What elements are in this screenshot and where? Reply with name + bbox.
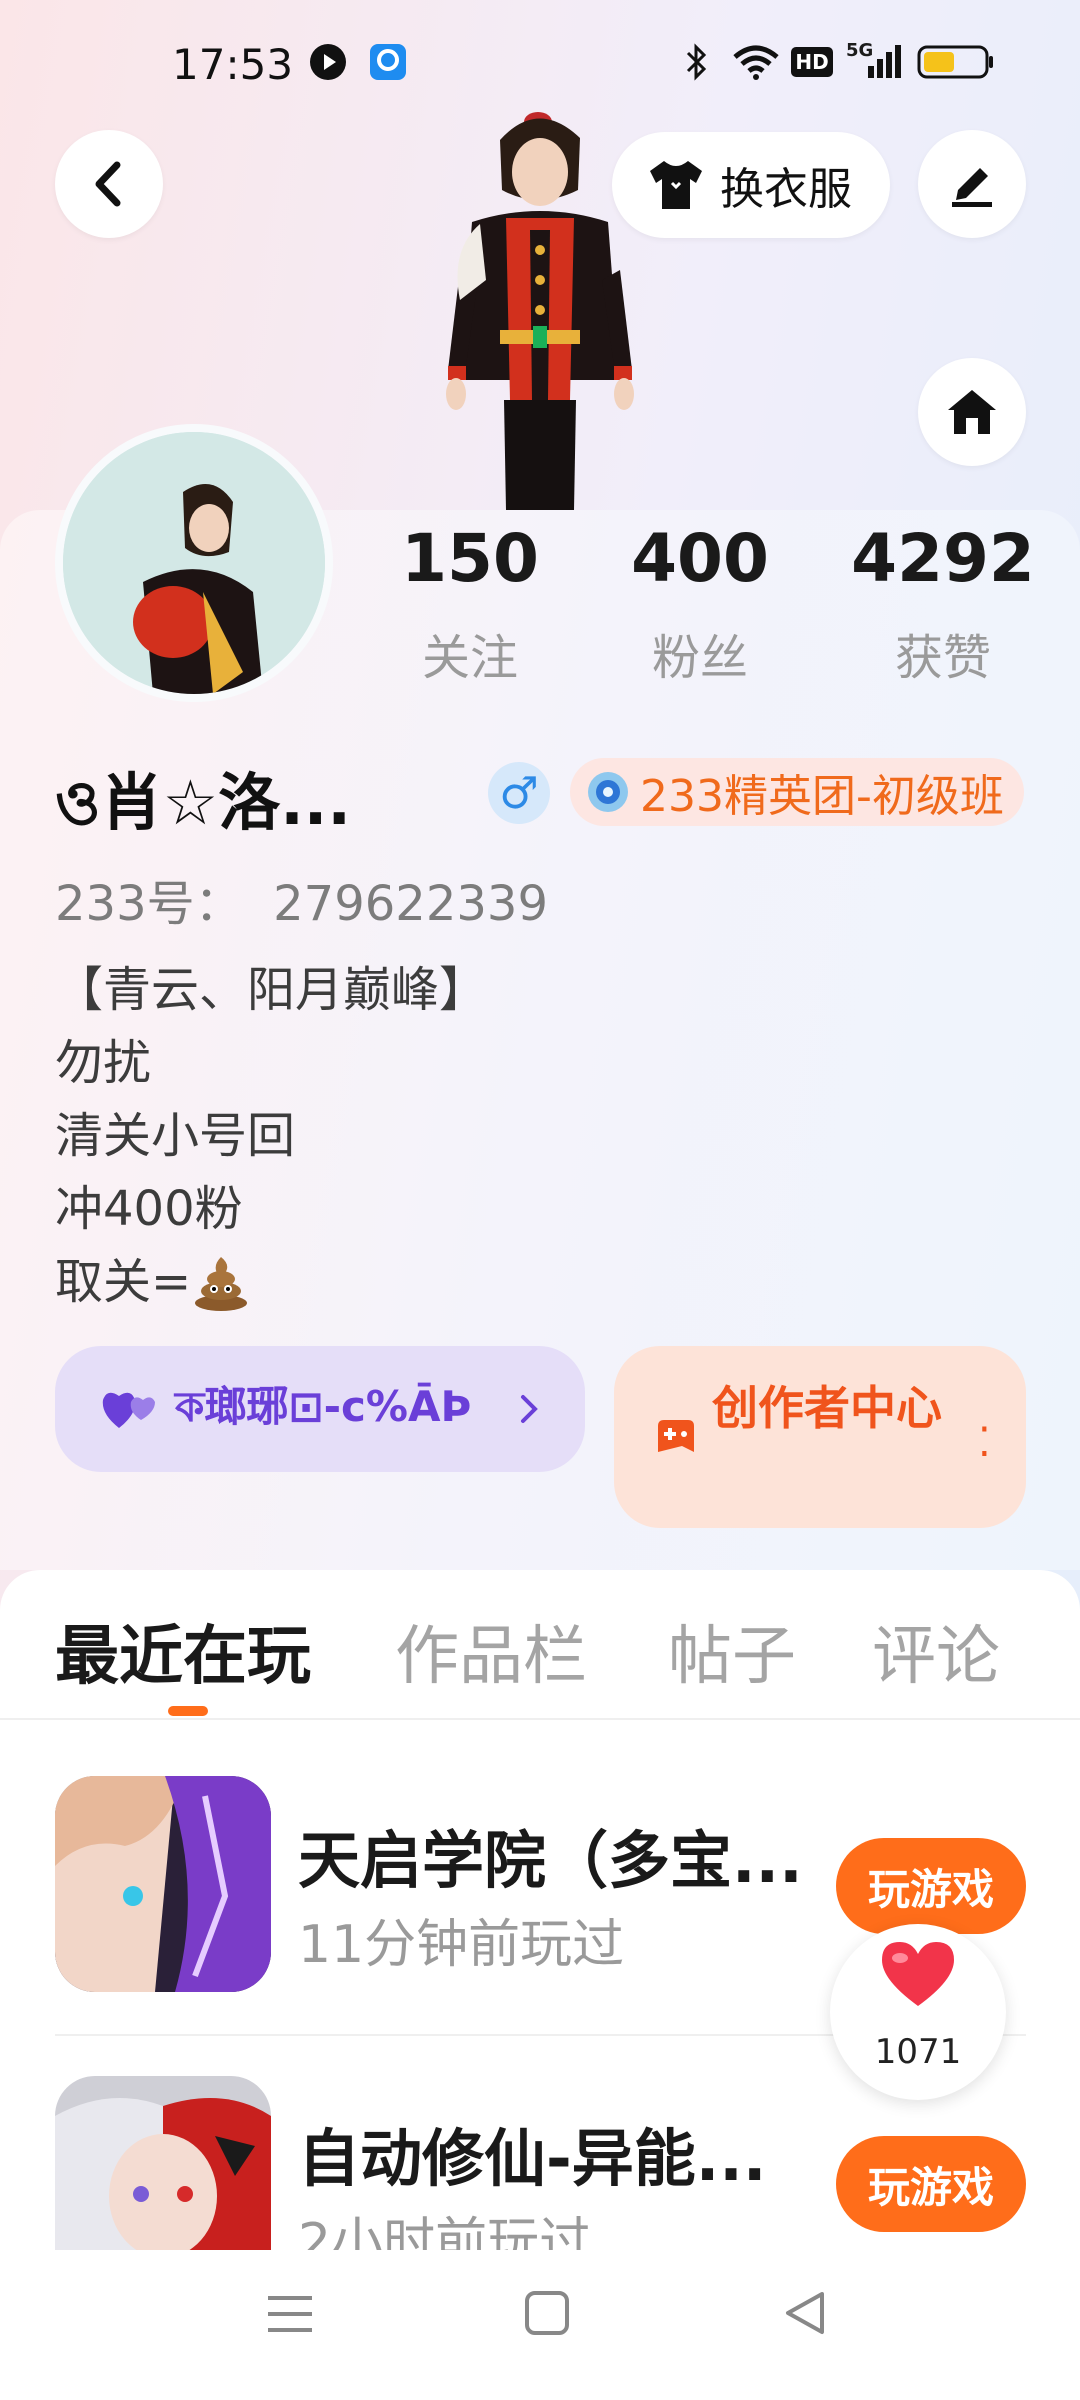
bio-line: 取关=	[55, 1254, 192, 1310]
group-badge[interactable]: 233精英团-初级班	[570, 758, 1024, 826]
group-badge-label: 233精英团-初级班	[640, 771, 1004, 822]
bio-line: 冲400粉	[55, 1181, 243, 1237]
battery-icon	[916, 42, 996, 82]
wifi-icon	[728, 42, 784, 82]
menu-icon[interactable]	[266, 2292, 314, 2336]
game-icon[interactable]	[55, 2076, 271, 2250]
followers-count[interactable]: 400	[600, 520, 800, 597]
edit-pen-icon	[952, 168, 992, 207]
back-button[interactable]	[55, 130, 163, 238]
store-app-icon	[366, 42, 410, 82]
bio-line-last: 取关=	[55, 1246, 487, 1319]
tab-posts[interactable]: 帖子	[668, 1605, 796, 1697]
edit-profile-button[interactable]	[918, 130, 1026, 238]
followers-label[interactable]: 粉丝	[600, 618, 800, 688]
tab-recently-played[interactable]: 最近在玩	[55, 1605, 311, 1697]
username: ও肖☆洛...	[55, 766, 351, 839]
poop-emoji-icon	[195, 1256, 248, 1311]
fan-group-label: ক瑯琊⊡-c%ĀÞ	[175, 1382, 472, 1431]
chevron-right-icon	[521, 1395, 538, 1423]
floating-like-button[interactable]: 1071	[830, 1924, 1006, 2100]
tab-active-indicator	[168, 1706, 208, 1716]
user-id: 233号： 279622339	[55, 876, 548, 932]
game-title[interactable]: 自动修仙-异能...	[298, 2108, 766, 2198]
game-played-time: 11分钟前玩过	[298, 1915, 625, 1975]
gender-badge: ♂	[488, 762, 550, 824]
home-button[interactable]	[918, 358, 1026, 466]
following-label[interactable]: 关注	[370, 618, 570, 688]
following-count[interactable]: 150	[370, 520, 570, 597]
gem-icon	[588, 772, 628, 812]
tab-comments[interactable]: 评论	[872, 1605, 1000, 1697]
bio-line: 【青云、阳月巅峰】	[55, 962, 488, 1018]
signal-icon: 5G	[846, 40, 904, 82]
video-app-icon	[308, 42, 348, 82]
creator-center-label: 创作者中心	[712, 1381, 942, 1435]
back-nav-icon[interactable]	[782, 2290, 828, 2336]
creator-center-button[interactable]: 创作者中心 ⁚	[614, 1346, 1026, 1528]
avatar[interactable]	[55, 424, 333, 702]
likes-count[interactable]: 4292	[838, 520, 1048, 597]
avatar-character	[420, 100, 660, 510]
like-count: 1071	[874, 2032, 962, 2072]
system-nav-bar	[0, 2250, 1080, 2400]
chevron-left-icon	[95, 161, 121, 207]
status-time: 17:53	[172, 40, 294, 89]
bluetooth-icon	[680, 42, 714, 82]
home-nav-icon[interactable]	[524, 2290, 570, 2336]
game-icon[interactable]	[55, 1776, 271, 1992]
hearts-icon	[102, 1392, 155, 1428]
game-title[interactable]: 天启学院（多宝...	[298, 1810, 803, 1900]
tab-works[interactable]: 作品栏	[395, 1605, 587, 1697]
creator-center-more-icon: ⁚	[978, 1420, 991, 1466]
gamepad-icon	[658, 1420, 694, 1452]
likes-label[interactable]: 获赞	[838, 618, 1048, 688]
play-game-button[interactable]: 玩游戏	[836, 1838, 1026, 1934]
game-played-time: 2小时前玩过	[298, 2213, 592, 2250]
house-icon	[948, 390, 996, 434]
change-outfit-label: 换衣服	[720, 164, 852, 215]
bio-line: 清关小号回	[55, 1108, 296, 1164]
bio: 【青云、阳月巅峰】 勿扰 清关小号回 冲400粉 取关=	[55, 954, 487, 1319]
male-icon: ♂	[499, 767, 539, 819]
bio-line: 勿扰	[55, 1035, 152, 1091]
play-game-button[interactable]: 玩游戏	[836, 2136, 1026, 2232]
hd-icon: HD	[791, 42, 833, 82]
fan-group-button[interactable]: ক瑯琊⊡-c%ĀÞ	[55, 1346, 585, 1472]
heart-icon	[882, 1942, 954, 2006]
